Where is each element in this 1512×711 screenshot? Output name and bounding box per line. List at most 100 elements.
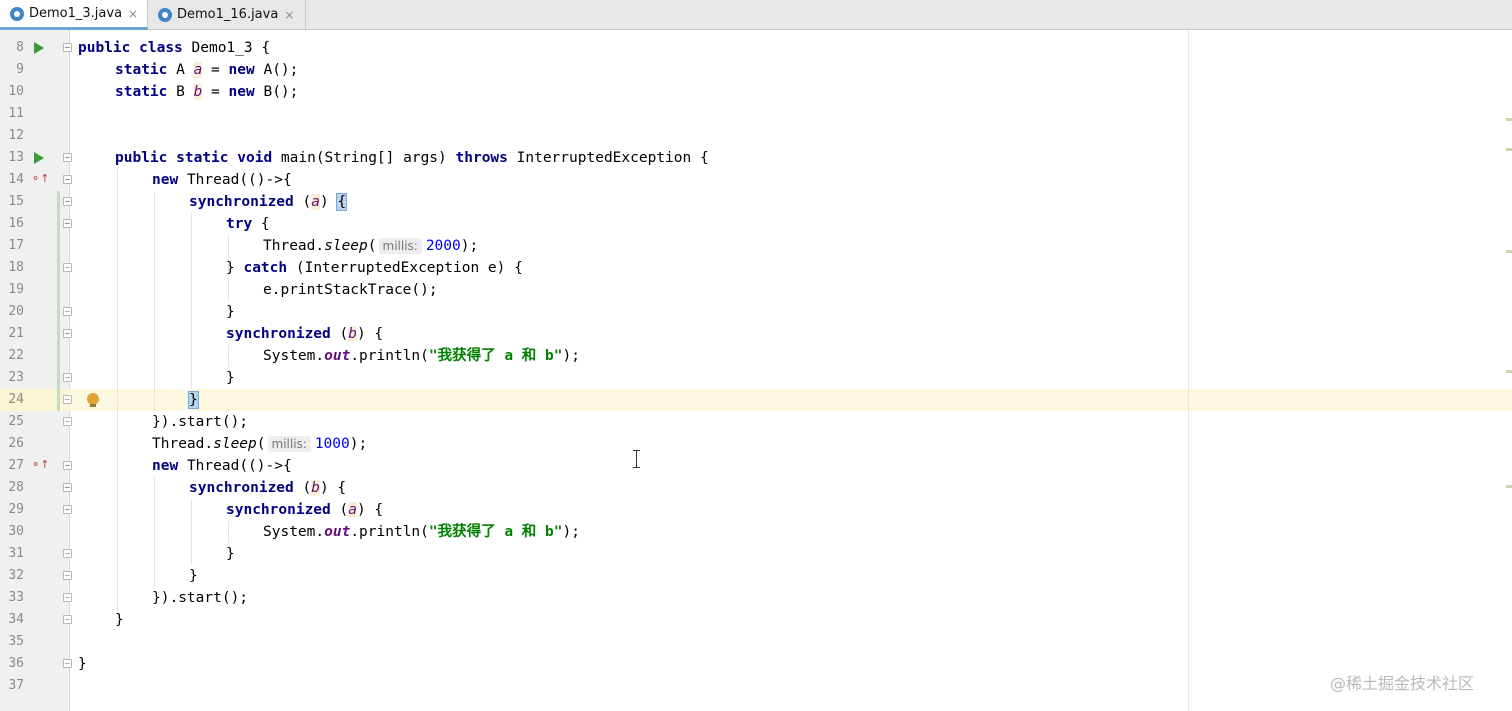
code-text: public class Demo1_3 {	[78, 40, 271, 56]
line-number: 21	[8, 326, 24, 341]
overrides-icon[interactable]: ⚬↑	[31, 457, 49, 473]
code-text: synchronized (a) {	[226, 502, 384, 518]
code-line[interactable]: 11	[0, 103, 1512, 125]
error-stripe-mark[interactable]	[1506, 118, 1512, 121]
code-text: }	[78, 656, 87, 672]
fold-icon[interactable]	[63, 373, 72, 382]
code-line[interactable]: 34 }	[0, 609, 1512, 631]
line-number: 23	[8, 370, 24, 385]
tab-demo1-16[interactable]: Demo1_16.java ×	[148, 0, 306, 29]
code-line[interactable]: 36 }	[0, 653, 1512, 675]
lightbulb-icon[interactable]	[87, 393, 99, 407]
code-text: System.out.println("我获得了 a 和 b");	[263, 524, 580, 540]
code-line[interactable]: 30 System.out.println("我获得了 a 和 b");	[0, 521, 1512, 543]
fold-icon[interactable]	[63, 43, 72, 52]
fold-icon[interactable]	[63, 197, 72, 206]
code-text: }	[226, 370, 235, 386]
close-icon[interactable]: ×	[284, 8, 294, 22]
code-line[interactable]: 9 static A a = new A();	[0, 59, 1512, 81]
code-line[interactable]: 35	[0, 631, 1512, 653]
error-stripe-mark[interactable]	[1506, 250, 1512, 253]
line-number: 24	[8, 392, 24, 407]
code-line[interactable]: 10 static B b = new B();	[0, 81, 1512, 103]
fold-icon[interactable]	[63, 549, 72, 558]
code-text: public static void main(String[] args) t…	[115, 150, 709, 166]
line-number: 30	[8, 524, 24, 539]
fold-icon[interactable]	[63, 659, 72, 668]
code-line[interactable]: 23 }	[0, 367, 1512, 389]
line-number: 25	[8, 414, 24, 429]
fold-icon[interactable]	[63, 307, 72, 316]
code-line[interactable]: 14 ⚬↑ new Thread(()->{	[0, 169, 1512, 191]
code-line[interactable]: 15 synchronized (a) {	[0, 191, 1512, 213]
line-number: 15	[8, 194, 24, 209]
fold-icon[interactable]	[63, 395, 72, 404]
run-icon[interactable]	[34, 42, 44, 54]
line-number: 33	[8, 590, 24, 605]
watermark: @稀土掘金技术社区	[1330, 674, 1475, 693]
line-number: 31	[8, 546, 24, 561]
line-number: 37	[8, 678, 24, 693]
error-stripe-mark[interactable]	[1506, 485, 1512, 488]
line-number: 27	[8, 458, 24, 473]
code-line[interactable]: 25 }).start();	[0, 411, 1512, 433]
code-line[interactable]: 29 synchronized (a) {	[0, 499, 1512, 521]
code-text: new Thread(()->{	[152, 172, 292, 188]
code-text: }	[188, 391, 199, 409]
code-line[interactable]: 8 public class Demo1_3 {	[0, 37, 1512, 59]
code-line[interactable]: 20 }	[0, 301, 1512, 323]
code-line-current[interactable]: 24 }	[0, 389, 1512, 411]
fold-icon[interactable]	[63, 175, 72, 184]
code-line[interactable]: 12	[0, 125, 1512, 147]
code-line[interactable]: 21 synchronized (b) {	[0, 323, 1512, 345]
fold-icon[interactable]	[63, 505, 72, 514]
code-text: }	[115, 612, 124, 628]
fold-icon[interactable]	[63, 219, 72, 228]
line-number: 29	[8, 502, 24, 517]
run-icon[interactable]	[34, 152, 44, 164]
fold-icon[interactable]	[63, 593, 72, 602]
error-stripe-mark[interactable]	[1506, 370, 1512, 373]
line-number: 17	[8, 238, 24, 253]
code-line[interactable]: 28 synchronized (b) {	[0, 477, 1512, 499]
overrides-icon[interactable]: ⚬↑	[31, 171, 49, 187]
line-number: 11	[8, 106, 24, 121]
fold-icon[interactable]	[63, 461, 72, 470]
fold-icon[interactable]	[63, 571, 72, 580]
code-text: } catch (InterruptedException e) {	[226, 260, 523, 276]
java-class-icon	[10, 6, 24, 21]
parameter-hint: millis:	[378, 238, 422, 254]
code-text: try {	[226, 216, 270, 232]
code-line[interactable]: 26 Thread.sleep(millis: 1000);	[0, 433, 1512, 455]
line-number: 10	[8, 84, 24, 99]
line-number: 20	[8, 304, 24, 319]
fold-icon[interactable]	[63, 417, 72, 426]
code-line[interactable]: 22 System.out.println("我获得了 a 和 b");	[0, 345, 1512, 367]
error-stripe-mark[interactable]	[1506, 148, 1512, 151]
code-text: }	[226, 304, 235, 320]
code-line[interactable]: 18 } catch (InterruptedException e) {	[0, 257, 1512, 279]
line-number: 14	[8, 172, 24, 187]
line-number: 32	[8, 568, 24, 583]
code-line[interactable]: 37	[0, 675, 1512, 697]
fold-icon[interactable]	[63, 153, 72, 162]
code-text: synchronized (b) {	[226, 326, 384, 342]
fold-icon[interactable]	[63, 263, 72, 272]
line-number: 26	[8, 436, 24, 451]
code-line[interactable]: 32 }	[0, 565, 1512, 587]
code-line[interactable]: 16 try {	[0, 213, 1512, 235]
code-line[interactable]: 19 e.printStackTrace();	[0, 279, 1512, 301]
fold-icon[interactable]	[63, 615, 72, 624]
code-line[interactable]: 33 }).start();	[0, 587, 1512, 609]
fold-icon[interactable]	[63, 483, 72, 492]
line-number: 28	[8, 480, 24, 495]
code-line[interactable]: 17 Thread.sleep(millis: 2000);	[0, 235, 1512, 257]
code-text: static B b = new B();	[115, 84, 299, 100]
close-icon[interactable]: ×	[128, 7, 138, 21]
code-line[interactable]: 31 }	[0, 543, 1512, 565]
code-line[interactable]: 13 public static void main(String[] args…	[0, 147, 1512, 169]
fold-icon[interactable]	[63, 329, 72, 338]
code-text: System.out.println("我获得了 a 和 b");	[263, 348, 580, 364]
code-line[interactable]: 27 ⚬↑ new Thread(()->{	[0, 455, 1512, 477]
tab-demo1-3[interactable]: Demo1_3.java ×	[0, 0, 148, 30]
